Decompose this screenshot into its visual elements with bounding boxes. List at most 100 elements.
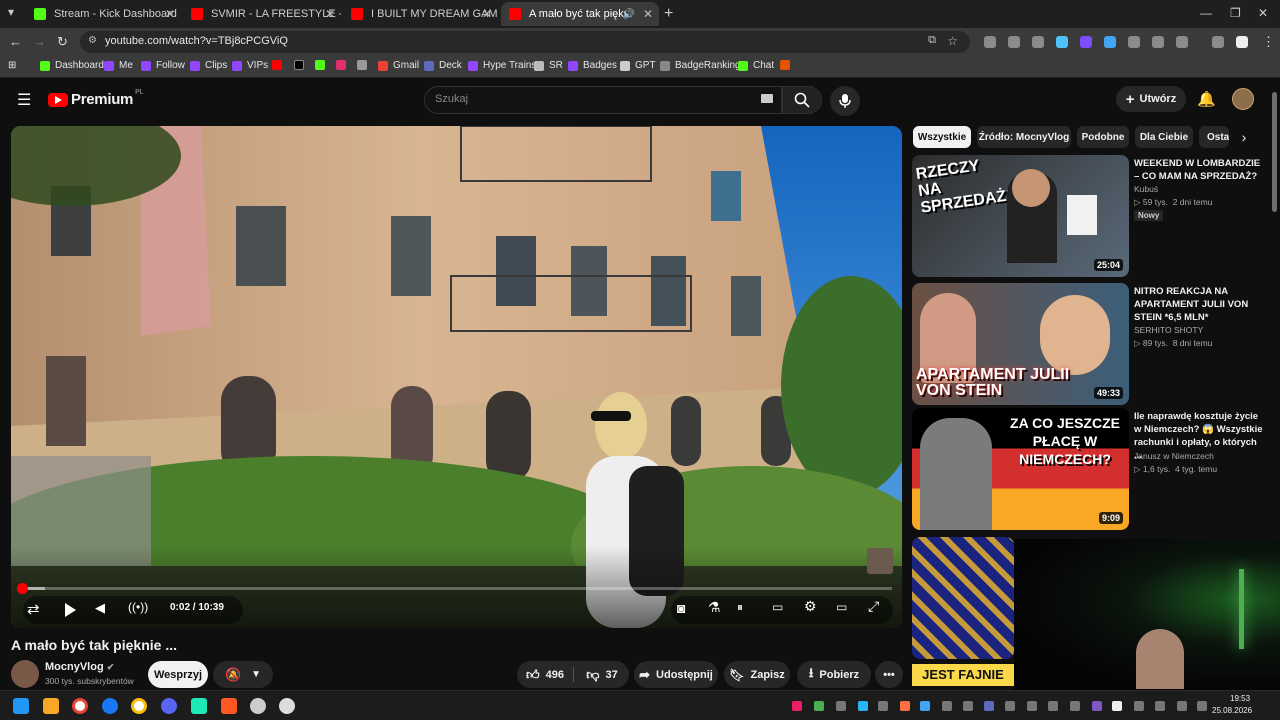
subscribed-button[interactable]: 🔕 ▼ [213, 661, 273, 688]
extension-icon[interactable] [984, 36, 996, 48]
clock-time[interactable]: 19:53 [1230, 694, 1250, 703]
bookmark-instagram[interactable] [336, 60, 351, 70]
extension-icon[interactable] [1032, 36, 1044, 48]
close-window-button[interactable]: ✕ [1258, 6, 1268, 20]
bookmark-item[interactable]: VIPs [232, 60, 268, 71]
bookmark-item[interactable] [357, 60, 372, 70]
channel-watermark[interactable] [867, 548, 893, 574]
bookmark-star-icon[interactable]: ☆ [947, 34, 958, 48]
tray-icon[interactable] [963, 701, 973, 711]
chip-similar[interactable]: Podobne [1077, 126, 1129, 148]
bookmark-item[interactable]: Me [104, 60, 133, 71]
apps-icon[interactable]: ⊞ [8, 60, 16, 71]
settings-gear-icon[interactable]: ⚙ [804, 598, 817, 615]
bookmark-item[interactable]: Deck [424, 60, 462, 71]
tray-icon[interactable] [814, 701, 824, 711]
new-tab-button[interactable]: + [664, 5, 673, 23]
download-button[interactable]: ⭳ Pobierz [797, 661, 871, 688]
extension-icon[interactable] [1152, 36, 1164, 48]
lab-flask-icon[interactable]: ⚗ [708, 599, 721, 616]
app-icon[interactable] [191, 698, 207, 714]
bookmark-item[interactable]: Dashboard [40, 60, 104, 71]
recommendation-channel[interactable]: SERHITO SHOTY [1134, 325, 1203, 335]
channel-name[interactable]: MocnyVlog ✔ [45, 661, 114, 673]
progress-bar[interactable] [17, 583, 892, 594]
channel-avatar[interactable] [11, 660, 39, 688]
chip-recent[interactable]: Ostat [1199, 126, 1229, 148]
support-button[interactable]: Wesprzyj [148, 661, 208, 688]
chevron-right-icon[interactable]: › [1232, 126, 1256, 148]
bookmark-kick[interactable] [315, 60, 330, 70]
recommendation-item[interactable]: APARTAMENT JULII VON STEIN 49:33 NITRO R… [912, 283, 1272, 405]
bookmark-x[interactable] [294, 60, 309, 70]
chip-all[interactable]: Wszystkie [913, 126, 971, 148]
hamburger-menu-icon[interactable]: ☰ [17, 90, 31, 110]
theater-mode-icon[interactable]: ▭ [836, 600, 847, 614]
bookmark-item[interactable]: Badges [568, 60, 617, 71]
keyboard-icon[interactable] [761, 94, 773, 103]
obs-icon[interactable] [279, 698, 295, 714]
recommendation-channel[interactable]: Janusz w Niemczech [1134, 451, 1214, 461]
install-icon[interactable]: ⧉ [928, 34, 936, 47]
tray-icon[interactable] [792, 701, 802, 711]
bookmark-item[interactable] [780, 60, 795, 70]
browser-tab[interactable]: I BUILT MY DREAM GAMING RO ✕ [343, 2, 498, 26]
recommendation-item[interactable]: RZECZY NA SPRZEDAŻ! 25:04 WEEKEND W LOMB… [912, 155, 1272, 277]
address-bar[interactable]: ⚙ youtube.com/watch?v=TBj8cPCGViQ ⧉ ☆ [80, 31, 970, 53]
chip-for-you[interactable]: Dla Ciebie [1135, 126, 1193, 148]
save-button[interactable]: 🔖︎ Zapisz [724, 661, 790, 688]
reload-icon[interactable]: ↻ [57, 34, 68, 50]
browser-tab[interactable]: SVMIR - LA FREESTYLE - YouTu ✕ [183, 2, 341, 26]
profile-icon[interactable] [1236, 36, 1248, 48]
tray-icon[interactable] [900, 701, 910, 711]
clock-date[interactable]: 25.08.2026 [1212, 706, 1252, 715]
speaker-icon[interactable]: 🔊 [623, 9, 635, 20]
extension-icon[interactable] [1056, 36, 1068, 48]
bookmark-item[interactable]: Gmail [378, 60, 419, 71]
network-icon[interactable] [1177, 701, 1187, 711]
pause-toggle-icon[interactable]: ⏸ [737, 600, 743, 615]
extension-icon[interactable] [1008, 36, 1020, 48]
screenshot-camera-icon[interactable]: ◙ [677, 600, 685, 616]
search-box[interactable]: Szukaj [424, 86, 782, 114]
youtube-premium-logo[interactable]: Premium PL [48, 89, 144, 108]
chrome-menu-icon[interactable]: ⋮ [1262, 34, 1275, 50]
notifications-bell-icon[interactable]: 🔔 [1197, 90, 1216, 108]
close-tab-icon[interactable]: ✕ [482, 7, 492, 21]
app-icon[interactable] [250, 698, 266, 714]
brave-icon[interactable] [221, 698, 237, 714]
tray-icon[interactable] [1092, 701, 1102, 711]
tray-icon[interactable] [942, 701, 952, 711]
bookmark-item[interactable]: Follow [141, 60, 185, 71]
forward-icon[interactable]: → [33, 34, 46, 49]
bookmark-item[interactable]: Chat [738, 60, 774, 71]
maximize-button[interactable]: ❐ [1230, 6, 1241, 20]
video-thumbnail[interactable]: ZA CO JESZCZE PŁACĘ W NIEMCZECH? 9:09 [912, 408, 1129, 530]
more-actions-button[interactable]: ••• [875, 661, 903, 688]
video-thumbnail[interactable]: APARTAMENT JULII VON STEIN 49:33 [912, 283, 1129, 405]
recommendation-title[interactable]: NITRO REAKCJA NA APARTAMENT JULII VON ST… [1134, 285, 1266, 324]
site-info-icon[interactable]: ⚙ [88, 35, 97, 46]
tray-icon[interactable] [1070, 701, 1080, 711]
close-tab-icon[interactable]: ✕ [643, 7, 653, 21]
bookmark-youtube[interactable] [272, 60, 287, 70]
like-button[interactable]: 👍︎ 496 [517, 661, 573, 688]
play-icon[interactable] [64, 603, 76, 617]
share-button[interactable]: ➦ Udostępnij [634, 661, 718, 688]
dislike-button[interactable]: 👎︎ 37 [575, 661, 629, 688]
volume-tray-icon[interactable] [1197, 701, 1207, 711]
tray-icon[interactable] [836, 701, 846, 711]
chrome-icon[interactable] [72, 698, 88, 714]
chip-from-channel[interactable]: Źródło: MocnyVlog [977, 126, 1071, 148]
browser-tab[interactable]: Stream - Kick Dashboard ✕ [26, 2, 181, 26]
video-player[interactable]: ⇄ ◀︎ ((•)) 0:02 / 10:39 ◙ ⚗ ⏸ ▭ ⚙ ▭ ⤢ [11, 126, 902, 628]
tab-search-icon[interactable]: ▾ [8, 5, 14, 19]
tray-icon[interactable] [984, 701, 994, 711]
tray-icon[interactable] [1112, 701, 1122, 711]
tray-icon[interactable] [858, 701, 868, 711]
microphone-tray-icon[interactable] [1155, 701, 1165, 711]
bookmark-item[interactable]: Hype Trains [468, 60, 536, 71]
tray-icon[interactable] [1134, 701, 1144, 711]
scrubber-handle[interactable] [17, 583, 28, 594]
chrome-icon[interactable] [131, 698, 147, 714]
